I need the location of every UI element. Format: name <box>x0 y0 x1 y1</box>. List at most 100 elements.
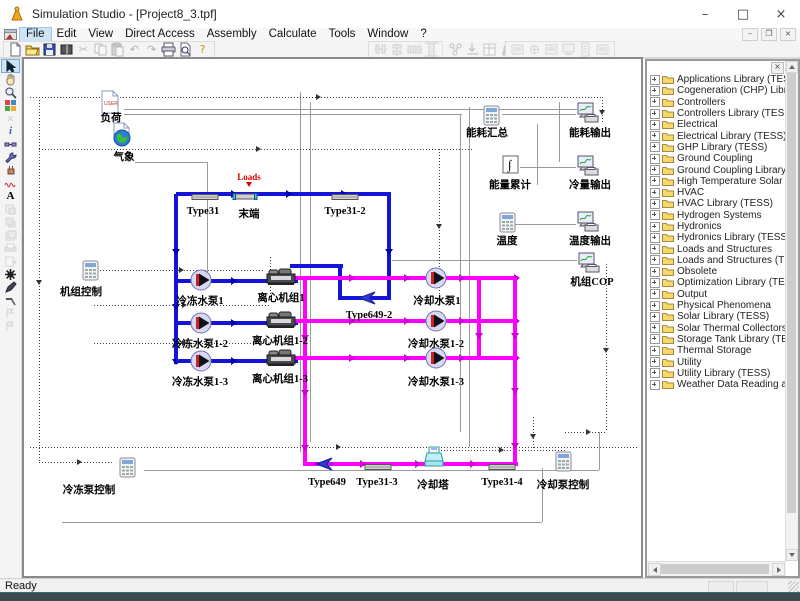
library-vertical-scrollbar[interactable] <box>785 61 798 561</box>
expand-plus-icon[interactable] <box>650 199 660 209</box>
library-item-hvac[interactable]: HVAC <box>649 187 785 198</box>
print-button[interactable] <box>160 43 177 57</box>
node-energy-output[interactable] <box>576 102 600 127</box>
node-chw-pump-1-3[interactable] <box>188 350 214 375</box>
expand-plus-icon[interactable] <box>650 120 660 130</box>
expand-plus-icon[interactable] <box>650 233 660 243</box>
library-item-obsolete[interactable]: Obsolete <box>649 266 785 277</box>
menu-?[interactable]: ? <box>414 28 432 41</box>
node-type649-2[interactable] <box>358 290 378 309</box>
node-chw-pump-1[interactable] <box>188 269 214 294</box>
node-cooling-tower[interactable] <box>422 446 446 471</box>
information-tool-button[interactable]: i <box>2 125 19 137</box>
expand-plus-icon[interactable] <box>650 210 660 220</box>
menu-edit[interactable]: Edit <box>51 28 83 41</box>
library-item-controllers-library-tess-[interactable]: Controllers Library (TESS) <box>649 108 785 119</box>
scrollbar-thumb[interactable] <box>787 73 796 513</box>
expand-plus-icon[interactable] <box>650 154 660 164</box>
node-cw-pump-1-3[interactable] <box>423 347 449 372</box>
expand-plus-icon[interactable] <box>650 97 660 107</box>
library-item-weather-data-reading-and-processing[interactable]: Weather Data Reading and Processing <box>649 379 785 390</box>
menu-direct-access[interactable]: Direct Access <box>119 28 201 41</box>
library-item-optimization-library-tess-[interactable]: Optimization Library (TESS) <box>649 277 785 288</box>
expand-plus-icon[interactable] <box>650 244 660 254</box>
expand-plus-icon[interactable] <box>650 289 660 299</box>
expand-plus-icon[interactable] <box>650 301 660 311</box>
document-minimize-button[interactable]: – <box>742 28 758 41</box>
library-item-storage-tank-library-tess-[interactable]: Storage Tank Library (TESS) <box>649 334 785 345</box>
expand-plus-icon[interactable] <box>650 278 660 288</box>
window-maximize-button[interactable]: □ <box>724 0 762 28</box>
expand-plus-icon[interactable] <box>650 131 660 141</box>
cooling-water-pipe[interactable] <box>477 278 481 358</box>
expand-plus-icon[interactable] <box>650 86 660 96</box>
node-terminal[interactable] <box>232 190 258 204</box>
expand-plus-icon[interactable] <box>650 165 660 175</box>
node-chiller-1-3[interactable] <box>266 349 296 370</box>
expand-plus-icon[interactable] <box>650 357 660 367</box>
menu-assembly[interactable]: Assembly <box>201 28 263 41</box>
library-item-hydrogen-systems[interactable]: Hydrogen Systems <box>649 210 785 221</box>
node-type649[interactable] <box>315 456 335 475</box>
node-chw-pump-control[interactable] <box>119 457 136 481</box>
library-item-loads-and-structures-tess-[interactable]: Loads and Structures (TESS) <box>649 255 785 266</box>
scroll-down-icon[interactable] <box>786 549 798 561</box>
scroll-left-icon[interactable] <box>648 563 661 576</box>
pen-draw-tool-button[interactable] <box>2 281 19 293</box>
document-restore-button[interactable]: ❐ <box>761 28 777 41</box>
library-item-controllers[interactable]: Controllers <box>649 97 785 108</box>
component-palette-tool-button[interactable] <box>2 99 19 111</box>
pan-tool-button[interactable] <box>2 73 19 85</box>
library-item-solar-library-tess-[interactable]: Solar Library (TESS) <box>649 311 785 322</box>
cooling-water-pipe[interactable] <box>305 462 518 466</box>
plug-input-tool-button[interactable] <box>2 164 19 176</box>
library-item-electrical[interactable]: Electrical <box>649 119 785 130</box>
chilled-water-pipe[interactable] <box>290 264 343 268</box>
scroll-up-icon[interactable] <box>786 61 798 73</box>
menu-window[interactable]: Window <box>361 28 414 41</box>
library-item-output[interactable]: Output <box>649 289 785 300</box>
library-item-hvac-library-tess-[interactable]: HVAC Library (TESS) <box>649 198 785 209</box>
open-folder-button[interactable] <box>24 43 41 57</box>
expand-plus-icon[interactable] <box>650 142 660 152</box>
build-tools-tool-button[interactable] <box>2 294 19 306</box>
wrench-parameters-tool-button[interactable] <box>2 151 19 163</box>
library-item-hydronics-library-tess-[interactable]: Hydronics Library (TESS) <box>649 232 785 243</box>
chilled-water-pipe[interactable] <box>338 266 342 300</box>
menu-file[interactable]: File <box>20 28 51 41</box>
expand-plus-icon[interactable] <box>650 222 660 232</box>
node-cw-pump-control[interactable] <box>555 451 572 475</box>
library-item-cogeneration-chp-library-tess-[interactable]: Cogeneration (CHP) Library (TESS) <box>649 85 785 96</box>
library-item-ghp-library-tess-[interactable]: GHP Library (TESS) <box>649 142 785 153</box>
node-type31-3[interactable] <box>364 460 392 474</box>
library-item-ground-coupling[interactable]: Ground Coupling <box>649 153 785 164</box>
library-item-loads-and-structures[interactable]: Loads and Structures <box>649 243 785 254</box>
menu-tools[interactable]: Tools <box>323 28 362 41</box>
expand-plus-icon[interactable] <box>650 267 660 277</box>
chilled-water-pipe[interactable] <box>387 194 391 300</box>
library-item-applications-library-tess-[interactable]: Applications Library (TESS) <box>649 74 785 85</box>
expand-plus-icon[interactable] <box>650 109 660 119</box>
save-all-button[interactable] <box>58 43 75 57</box>
expand-plus-icon[interactable] <box>650 312 660 322</box>
expand-plus-icon[interactable] <box>650 255 660 265</box>
expand-plus-icon[interactable] <box>650 176 660 186</box>
library-item-hydronics[interactable]: Hydronics <box>649 221 785 232</box>
library-item-physical-phenomena[interactable]: Physical Phenomena <box>649 300 785 311</box>
node-cw-pump-1[interactable] <box>423 267 449 292</box>
help-button[interactable]: ? <box>194 43 211 57</box>
node-type31-2[interactable] <box>331 190 359 204</box>
scroll-right-icon[interactable] <box>772 563 785 576</box>
expand-plus-icon[interactable] <box>650 368 660 378</box>
settings-gear-tool-button[interactable] <box>2 268 19 280</box>
print-preview-button[interactable] <box>177 43 194 57</box>
node-chiller-1-2[interactable] <box>266 311 296 332</box>
menu-view[interactable]: View <box>82 28 119 41</box>
scrollbar-thumb[interactable] <box>661 564 769 574</box>
expand-plus-icon[interactable] <box>650 75 660 85</box>
node-unit-control[interactable] <box>82 260 99 284</box>
node-type31[interactable] <box>191 190 219 204</box>
expand-plus-icon[interactable] <box>650 188 660 198</box>
panel-close-icon[interactable]: × <box>771 62 784 74</box>
library-item-utility-library-tess-[interactable]: Utility Library (TESS) <box>649 368 785 379</box>
